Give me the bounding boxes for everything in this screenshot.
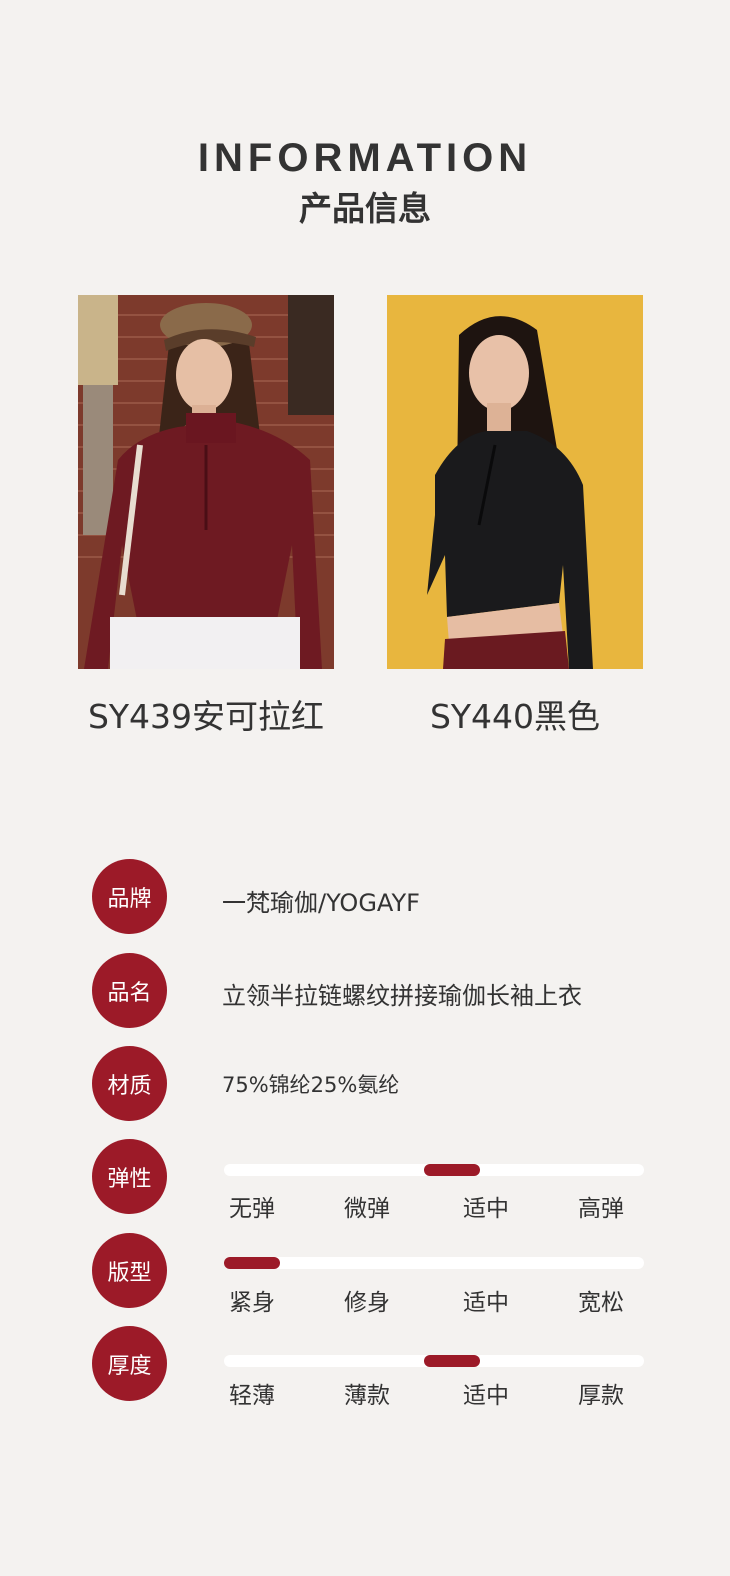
- thickness-option-1: 轻薄: [229, 1383, 275, 1409]
- thickness-scale-marker: [424, 1355, 481, 1367]
- thickness-scale-labels: 轻薄 薄款 适中 厚款: [224, 1376, 644, 1409]
- thickness-label-badge: 厚度: [92, 1326, 167, 1401]
- material-value: 75%锦纶25%氨纶: [222, 1073, 400, 1097]
- brand-label-badge: 品牌: [92, 859, 167, 934]
- fit-scale-marker: [224, 1257, 280, 1269]
- product-caption-black: SY440黑色: [429, 697, 601, 736]
- thickness-option-4: 厚款: [578, 1383, 624, 1409]
- fit-option-1: 紧身: [229, 1290, 275, 1316]
- elasticity-scale-labels: 无弹 微弹 适中 高弹: [224, 1189, 644, 1222]
- fit-scale-track: [224, 1257, 644, 1269]
- fit-option-3: 适中: [463, 1290, 509, 1316]
- section-title-cn: 产品信息: [299, 189, 431, 228]
- fit-option-2: 修身: [344, 1290, 390, 1316]
- thickness-option-2: 薄款: [344, 1383, 390, 1409]
- material-label-badge: 材质: [92, 1046, 167, 1121]
- elasticity-label-badge: 弹性: [92, 1139, 167, 1214]
- thickness-option-3: 适中: [463, 1383, 509, 1409]
- thickness-scale-track: [224, 1355, 644, 1367]
- fit-label-badge: 版型: [92, 1233, 167, 1308]
- elasticity-option-1: 无弹: [229, 1196, 275, 1222]
- product-caption-burgundy: SY439安可拉红: [87, 697, 325, 736]
- elasticity-option-3: 适中: [463, 1196, 509, 1222]
- product-name-value: 立领半拉链螺纹拼接瑜伽长袖上衣: [222, 982, 582, 1010]
- product-photo-black: [387, 295, 643, 669]
- elasticity-option-2: 微弹: [344, 1196, 390, 1222]
- product-name-label-badge: 品名: [92, 953, 167, 1028]
- section-title-en: INFORMATION: [197, 136, 533, 180]
- elasticity-option-4: 高弹: [578, 1196, 624, 1222]
- product-photo-burgundy: [78, 295, 334, 669]
- fit-option-4: 宽松: [578, 1290, 624, 1316]
- elasticity-scale-marker: [424, 1164, 481, 1176]
- elasticity-scale-track: [224, 1164, 644, 1176]
- fit-scale-labels: 紧身 修身 适中 宽松: [224, 1283, 644, 1316]
- brand-value: 一梵瑜伽/YOGAYF: [222, 889, 420, 917]
